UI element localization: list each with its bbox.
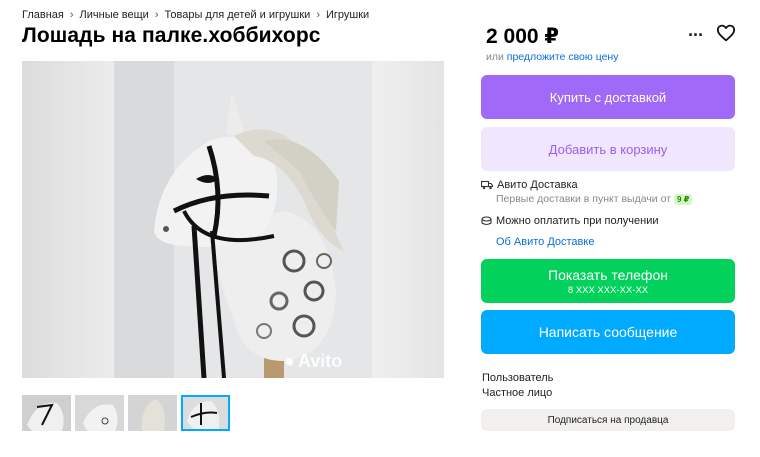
thumbnail-1[interactable] xyxy=(22,395,71,431)
seller-type: Пользователь xyxy=(482,372,554,384)
price: 2 000 ₽ xyxy=(486,25,559,48)
phone-button-label: Показать телефон xyxy=(548,266,668,283)
wallet-icon xyxy=(481,216,492,226)
thumbnail-2[interactable] xyxy=(75,395,124,431)
hobbyhorse-photo xyxy=(114,61,372,378)
buy-with-delivery-button[interactable]: Купить с доставкой xyxy=(481,75,735,119)
phone-masked-number: 8 XXX XXX-XX-XX xyxy=(567,284,649,296)
thumbnail-3[interactable] xyxy=(128,395,177,431)
truck-icon xyxy=(481,180,493,190)
delivery-title: Авито Доставка xyxy=(497,179,578,191)
avito-watermark: ● Avito xyxy=(284,351,342,372)
breadcrumb-home[interactable]: Главная xyxy=(22,9,64,21)
watermark-text: Avito xyxy=(297,351,343,371)
subscribe-seller-button[interactable]: Подписаться на продавца xyxy=(481,409,735,431)
thumbnail-3-image xyxy=(128,395,177,431)
chevron-right-icon: › xyxy=(69,9,74,21)
photo-blur-left xyxy=(22,61,114,378)
breadcrumb-toys[interactable]: Игрушки xyxy=(326,9,369,21)
subscribe-button-label: Подписаться на продавца xyxy=(547,414,669,426)
heart-icon[interactable] xyxy=(716,24,736,42)
delivery-price-badge: 9 ₽ xyxy=(674,193,693,205)
page-title: Лошадь на палке.хоббихорс xyxy=(22,24,321,47)
delivery-info: Авито Доставка Первые доставки в пункт в… xyxy=(481,179,693,205)
breadcrumb-kids-goods[interactable]: Товары для детей и игрушки xyxy=(165,9,311,21)
offer-prefix: или xyxy=(486,51,504,63)
seller-kind: Частное лицо xyxy=(482,387,553,399)
thumbnail-1-image xyxy=(22,395,71,431)
more-dots-icon[interactable]: ··· xyxy=(688,25,704,46)
thumbnail-2-image xyxy=(75,395,124,431)
chevron-right-icon: › xyxy=(154,9,159,21)
chevron-right-icon: › xyxy=(316,9,320,21)
pay-text: Можно оплатить при получении xyxy=(496,215,659,227)
offer-price-line: или предложите свою цену xyxy=(486,51,618,63)
message-button-label: Написать сообщение xyxy=(538,324,678,340)
offer-price-link[interactable]: предложите свою цену xyxy=(507,51,619,63)
cart-button-label: Добавить в корзину xyxy=(548,141,668,157)
thumbnail-4[interactable] xyxy=(181,395,230,431)
thumbnail-4-image xyxy=(181,395,230,431)
thumbnail-strip xyxy=(22,395,230,431)
pay-on-delivery-row: Можно оплатить при получении xyxy=(481,215,659,227)
watermark-logo-icon: ● xyxy=(284,351,295,371)
add-to-cart-button[interactable]: Добавить в корзину xyxy=(481,127,735,171)
delivery-note: Первые доставки в пункт выдачи от xyxy=(496,193,672,205)
buy-button-label: Купить с доставкой xyxy=(549,89,667,105)
breadcrumb: Главная › Личные вещи › Товары для детей… xyxy=(22,9,369,21)
main-photo[interactable]: ● Avito xyxy=(22,61,444,378)
write-message-button[interactable]: Написать сообщение xyxy=(481,310,735,354)
show-phone-button[interactable]: Показать телефон 8 XXX XXX-XX-XX xyxy=(481,259,735,303)
breadcrumb-personal-items[interactable]: Личные вещи xyxy=(80,9,149,21)
about-delivery-link[interactable]: Об Авито Доставке xyxy=(496,236,594,248)
